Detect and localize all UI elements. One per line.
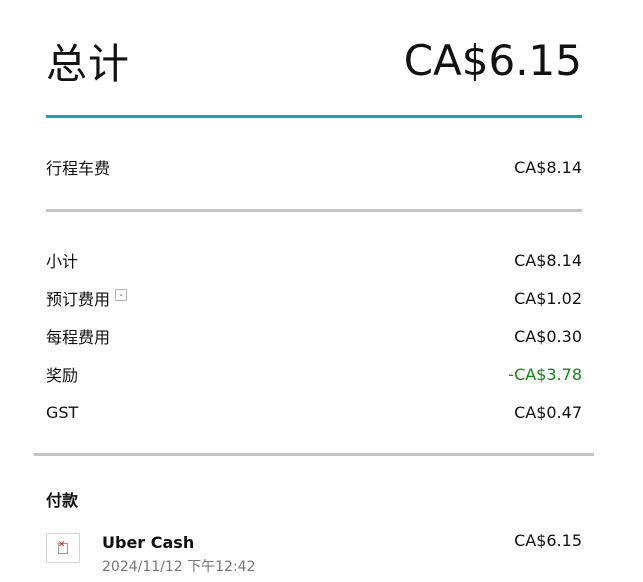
total-row: 总计 CA$6.15 bbox=[46, 30, 582, 90]
payment-amount: CA$6.15 bbox=[514, 531, 582, 550]
payment-datetime: 2024/11/12 下午12:42 bbox=[102, 559, 256, 575]
fare-divider bbox=[46, 209, 582, 212]
trip-fare-label: 行程车费 bbox=[46, 159, 111, 178]
rewards-label: 奖励 bbox=[46, 366, 79, 385]
gst-amount: CA$0.47 bbox=[514, 402, 582, 422]
gst-label: GST bbox=[46, 402, 79, 422]
subtotal-amount: CA$8.14 bbox=[514, 250, 582, 270]
trip-fare-amount: CA$8.14 bbox=[514, 157, 582, 177]
total-label: 总计 bbox=[46, 40, 130, 88]
payment-method: Uber Cash bbox=[102, 533, 195, 552]
per-trip-fee-row: 每程费用 CA$0.30 bbox=[46, 324, 582, 348]
total-amount: CA$6.15 bbox=[403, 35, 582, 85]
rewards-amount: -CA$3.78 bbox=[508, 364, 582, 384]
subtotal-label: 小计 bbox=[46, 252, 79, 271]
booking-fee-label: 预订费用 bbox=[46, 290, 111, 309]
per-trip-fee-amount: CA$0.30 bbox=[514, 326, 582, 346]
trip-fare-row: 行程车费 CA$8.14 bbox=[46, 155, 582, 179]
subtotal-row: 小计 CA$8.14 bbox=[46, 248, 582, 272]
rewards-row: 奖励 -CA$3.78 bbox=[46, 362, 582, 386]
booking-fee-row: 预订费用 CA$1.02 bbox=[46, 286, 582, 310]
broken-image-icon: ✕ bbox=[46, 533, 80, 563]
per-trip-fee-label: 每程费用 bbox=[46, 328, 111, 347]
total-divider bbox=[46, 115, 582, 118]
payment-title: 付款 bbox=[46, 491, 79, 510]
booking-fee-amount: CA$1.02 bbox=[514, 288, 582, 308]
gst-row: GST CA$0.47 bbox=[46, 400, 582, 424]
breakdown-divider bbox=[34, 453, 594, 456]
info-icon[interactable] bbox=[115, 289, 128, 301]
